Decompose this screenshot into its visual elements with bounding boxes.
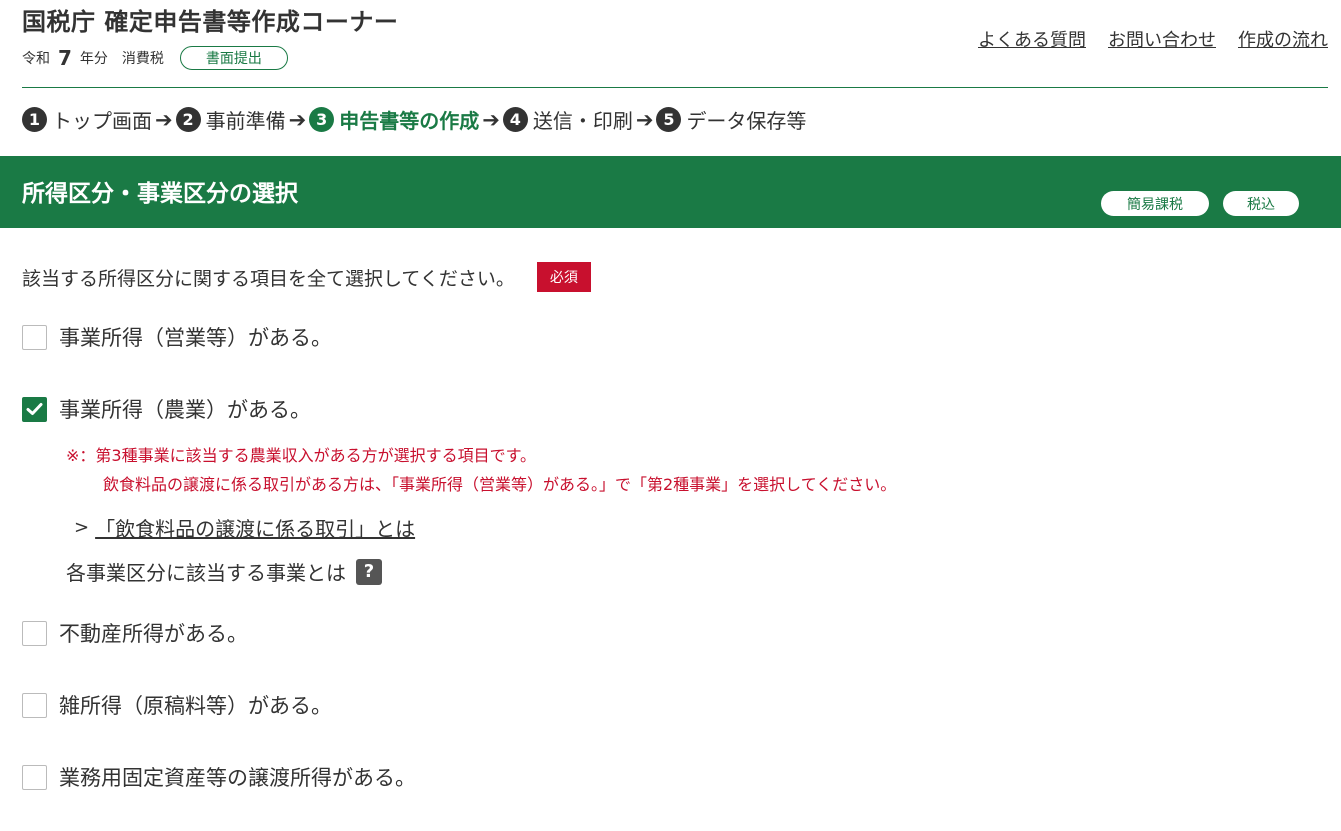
header-links: よくある質問 お問い合わせ 作成の流れ [978, 26, 1328, 52]
checkbox[interactable] [22, 620, 47, 646]
option-label: 雑所得（原稿料等）がある。 [59, 694, 332, 718]
arrow-right-icon: ➔ [288, 107, 307, 132]
filing-info: 令和 7 年分 消費税 書面提出 [22, 46, 288, 70]
help-text: 各事業区分に該当する事業とは [66, 561, 346, 585]
option-label: 業務用固定資産等の譲渡所得がある。 [59, 766, 416, 790]
year-suffix: 年分 [79, 51, 108, 67]
option-misc-income[interactable]: 雑所得（原稿料等）がある。 [22, 690, 332, 720]
step-label: トップ画面 [52, 109, 152, 133]
banner-tags: 簡易課税 税込 [1101, 191, 1299, 216]
option-label: 事業所得（農業）がある。 [59, 398, 311, 422]
step-4: 4 送信・印刷 [502, 105, 633, 134]
step-number-icon: 4 [502, 107, 528, 132]
checkmark-icon [26, 403, 43, 415]
era-label: 令和 [22, 51, 50, 67]
checkbox[interactable] [22, 692, 47, 718]
arrow-right-icon: ➔ [635, 107, 654, 132]
required-badge: 必須 [536, 262, 591, 292]
step-label: 申告書等の作成 [339, 109, 480, 133]
simplified-taxation-tag: 簡易課税 [1101, 191, 1209, 216]
submission-mode-badge: 書面提出 [179, 46, 288, 70]
option-business-income-agriculture[interactable]: 事業所得（農業）がある。 [22, 394, 311, 424]
step-number-icon: 2 [175, 107, 201, 132]
site-header: 国税庁 確定申告書等作成コーナー 令和 7 年分 消費税 書面提出 よくある質問… [22, 0, 1328, 88]
step-1: 1 トップ画面 [22, 105, 152, 134]
help-question-icon[interactable]: ? [356, 558, 382, 585]
section-title: 所得区分・事業区分の選択 [22, 181, 298, 207]
progress-steps: 1 トップ画面 ➔ 2 事前準備 ➔ 3 申告書等の作成 ➔ 4 送信・印刷 ➔… [22, 105, 806, 134]
app-title: 国税庁 確定申告書等作成コーナー [22, 8, 399, 36]
step-5: 5 データ保存等 [656, 105, 806, 134]
note-line-1: ※：第3種事業に該当する農業収入がある方が選択する項目です。 [66, 446, 536, 465]
step-label: データ保存等 [686, 109, 807, 133]
step-2: 2 事前準備 [175, 105, 286, 134]
question-row: 該当する所得区分に関する項目を全て選択してください。 必須 [22, 262, 591, 292]
arrow-right-icon: ➔ [482, 107, 500, 132]
business-category-help: 各事業区分に該当する事業とは ? [66, 557, 382, 586]
checkbox[interactable] [22, 764, 47, 790]
option-label: 事業所得（営業等）がある。 [59, 326, 332, 350]
note-line-2: 飲食料品の譲渡に係る取引がある方は、「事業所得（営業等）がある。」で「第2種事業… [103, 475, 897, 494]
option-real-estate-income[interactable]: 不動産所得がある。 [22, 618, 248, 648]
arrow-right-icon: ➔ [155, 107, 173, 132]
option-fixed-asset-transfer[interactable]: 業務用固定資産等の譲渡所得がある。 [22, 762, 416, 792]
contact-link[interactable]: お問い合わせ [1108, 26, 1216, 52]
option-business-income-sales[interactable]: 事業所得（営業等）がある。 [22, 322, 332, 352]
step-number-icon: 1 [22, 107, 47, 132]
step-number-icon: 5 [656, 107, 682, 132]
option-label: 不動産所得がある。 [59, 622, 248, 646]
step-number-icon: 3 [309, 107, 335, 132]
tax-type: 消費税 [121, 51, 164, 67]
tax-included-tag: 税込 [1223, 191, 1299, 216]
step-label: 送信・印刷 [532, 109, 633, 133]
faq-link[interactable]: よくある質問 [978, 26, 1086, 52]
chevron-right-icon: > [74, 517, 90, 538]
question-text: 該当する所得区分に関する項目を全て選択してください。 [22, 267, 515, 290]
year-value: 7 [58, 46, 72, 70]
checkbox-checked[interactable] [22, 396, 47, 422]
checkbox[interactable] [22, 324, 47, 350]
section-banner: 所得区分・事業区分の選択 簡易課税 税込 [0, 156, 1341, 228]
agriculture-note: ※：第3種事業に該当する農業収入がある方が選択する項目です。 飲食料品の譲渡に係… [66, 441, 896, 499]
flow-link[interactable]: 作成の流れ [1238, 26, 1328, 52]
step-3-current: 3 申告書等の作成 [309, 105, 479, 134]
food-transfer-link[interactable]: 「飲食料品の譲渡に係る取引」とは [95, 513, 415, 542]
food-transfer-link-row: > 「飲食料品の譲渡に係る取引」とは [74, 513, 415, 542]
step-label: 事前準備 [205, 109, 286, 133]
